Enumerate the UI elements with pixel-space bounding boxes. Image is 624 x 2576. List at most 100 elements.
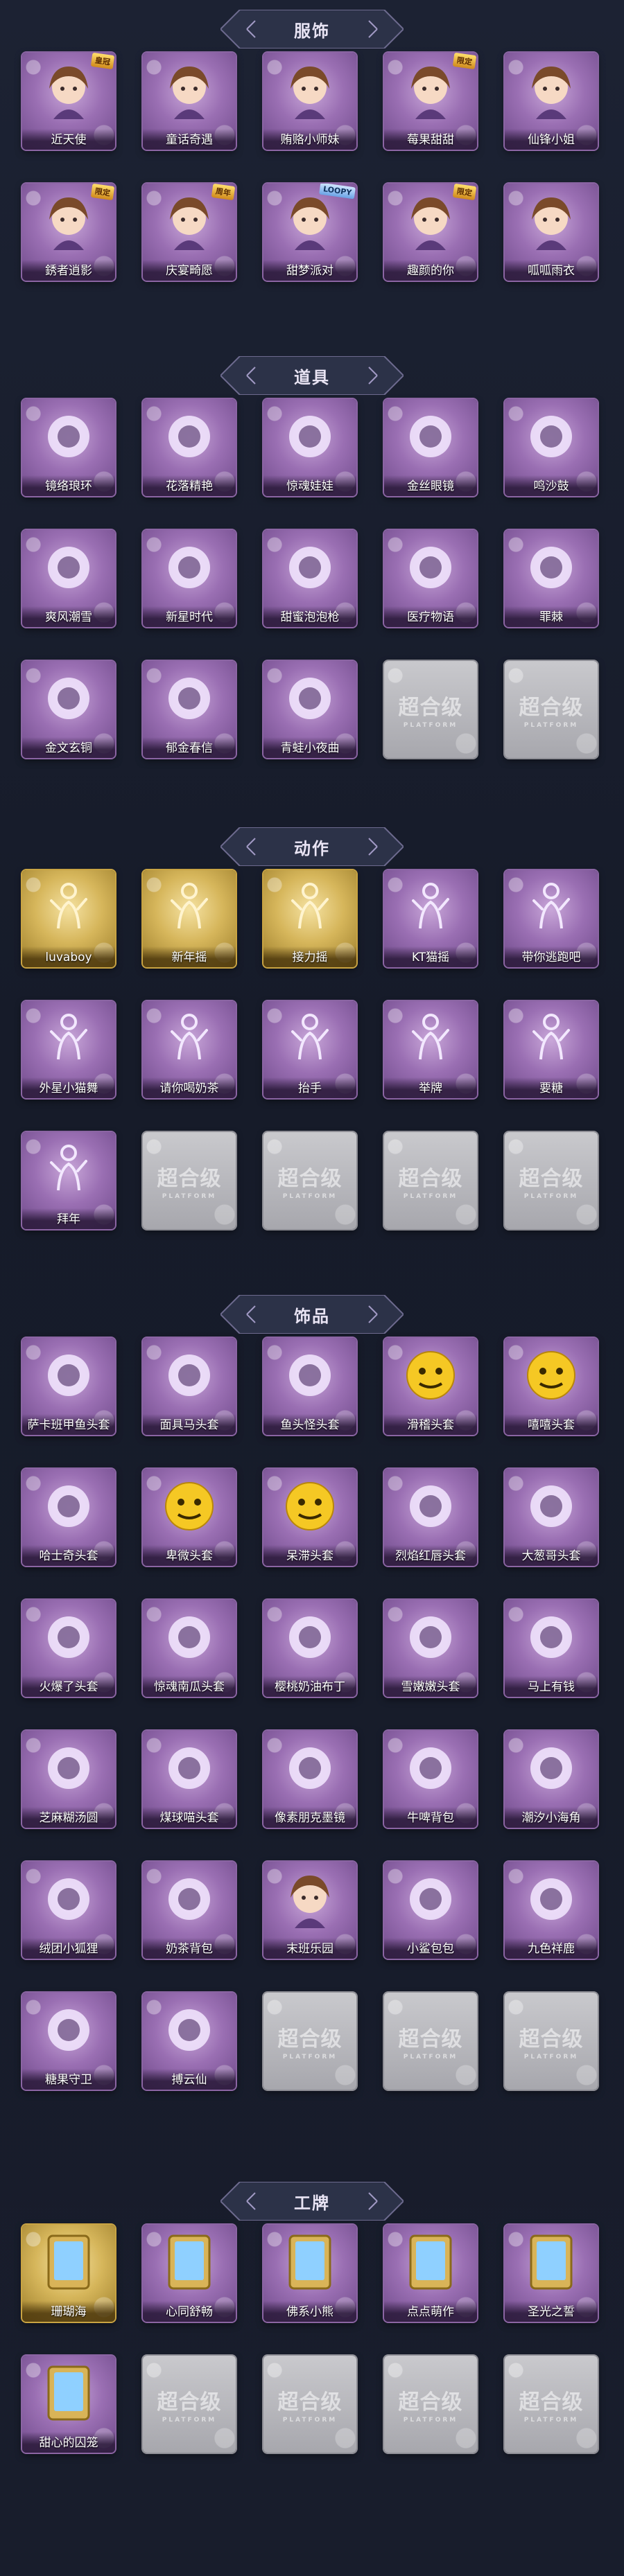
item-tile[interactable]: 鸣沙鼓 [502,396,600,499]
item-tile[interactable]: 惊魂南瓜头套 [140,1597,239,1700]
item-name: 火爆了头套 [39,1680,98,1694]
item-tile[interactable]: 樱桃奶油布丁 [261,1597,359,1700]
item-tile[interactable]: 童话奇遇 [140,50,239,152]
watermark-logo: 超合级 PLATFORM [263,1132,356,1229]
item-tile[interactable]: KT猫摇 [381,867,480,970]
item-tile[interactable]: 糖果守卫 [19,1990,118,2092]
item-tile[interactable]: 奶茶背包 [140,1859,239,1961]
item-tile[interactable]: 新年摇 [140,867,239,970]
item-name: 末班乐园 [286,1942,333,1956]
item-tile[interactable]: LOOPY 甜梦派对 [261,181,359,283]
item-tile[interactable]: 限定 銹者逍影 [19,181,118,283]
item-name-bar: 要糖 [505,1077,598,1098]
watermark-sub: PLATFORM [162,1193,217,1200]
item-name-bar: 雪嫩嫩头套 [384,1676,477,1697]
item-tile[interactable]: 大葱哥头套 [502,1466,600,1569]
ring-bow-icon [40,407,98,466]
item-tile[interactable]: 金文玄铜 [19,658,118,761]
item-tile[interactable]: 芝麻糊汤圆 [19,1728,118,1830]
item-tile[interactable]: 心同舒畅 [140,2222,239,2324]
item-tile[interactable]: 接力摇 [261,867,359,970]
item-name: 萨卡班甲鱼头套 [27,1418,110,1432]
item-tile[interactable]: 新星时代 [140,527,239,630]
item-name-bar: 庆宴畸愿 [143,260,236,281]
item-tile[interactable]: 呆滞头套 [261,1466,359,1569]
item-tile[interactable]: 带你逃跑吧 [502,867,600,970]
item-tile[interactable]: 潮汐小海角 [502,1728,600,1830]
item-tile[interactable]: 像素朋克墨镜 [261,1728,359,1830]
item-tile[interactable]: 面具马头套 [140,1335,239,1438]
item-tile[interactable]: 花落精艳 [140,396,239,499]
item-name: 花落精艳 [166,479,213,493]
item-name: 面具马头套 [159,1418,219,1432]
item-tile[interactable]: 珊瑚海 [19,2222,118,2324]
item-card: 煤球喵头套 [143,1731,236,1828]
item-tile[interactable]: 举牌 [381,998,480,1101]
item-tile[interactable]: 绒团小狐狸 [19,1859,118,1961]
item-tile[interactable]: 镜络琅环 [19,396,118,499]
item-tile[interactable]: 爽风潮雪 [19,527,118,630]
item-tile[interactable]: 甜心的囚笼 [19,2353,118,2455]
item-card: 鸣沙鼓 [505,399,598,496]
item-tile[interactable]: 限定 莓果甜甜 [381,50,480,152]
item-tile[interactable]: 嘻嘻头套 [502,1335,600,1438]
item-tile[interactable]: 圣光之誓 [502,2222,600,2324]
frog-icon [281,669,339,727]
item-tile[interactable]: 点点萌作 [381,2222,480,2324]
item-tile[interactable]: 呱呱雨衣 [502,181,600,283]
item-tile[interactable]: 九色祥鹿 [502,1859,600,1961]
item-tile[interactable]: 火爆了头套 [19,1597,118,1700]
item-tile[interactable]: 滑稽头套 [381,1335,480,1438]
item-tile[interactable]: 雪嫩嫩头套 [381,1597,480,1700]
item-name: 甜心的囚笼 [39,2436,98,2450]
item-tile[interactable]: 拜年 [19,1129,118,1232]
pumpkin-icon [160,1608,218,1666]
item-tile[interactable]: 限定 趣颜的你 [381,181,480,283]
item-tile[interactable]: 惊魂娃娃 [261,396,359,499]
item-tile[interactable]: 哈士奇头套 [19,1466,118,1569]
item-name-bar: 马上有钱 [505,1676,598,1697]
item-name: 鱼头怪头套 [280,1418,340,1432]
item-tile[interactable]: 青蛙小夜曲 [261,658,359,761]
item-tile[interactable]: 卑微头套 [140,1466,239,1569]
item-tile[interactable]: 萨卡班甲鱼头套 [19,1335,118,1438]
item-tile[interactable]: 要糖 [502,998,600,1101]
item-tile[interactable]: 烈焰红唇头套 [381,1466,480,1569]
empty-item-slot: 超合级 PLATFORM [261,1990,359,2092]
watermark-main: 超合级 [398,1167,463,1191]
section-header: 工牌 [220,2182,404,2221]
item-tile[interactable]: 搏云仙 [140,1990,239,2092]
item-tile[interactable]: 鱼头怪头套 [261,1335,359,1438]
item-card: 请你喝奶茶 [143,1001,236,1098]
item-tile[interactable]: 末班乐园 [261,1859,359,1961]
item-tile[interactable]: luvaboy [19,867,118,970]
item-card: 超合级 PLATFORM [143,1132,236,1229]
item-tile[interactable]: 煤球喵头套 [140,1728,239,1830]
item-tile[interactable]: 郁金春信 [140,658,239,761]
item-tile[interactable]: 周年 庆宴畸愿 [140,181,239,283]
item-card: 超合级 PLATFORM [505,2356,598,2453]
section-header: 饰品 [220,1295,404,1334]
item-tile[interactable]: 金丝眼镜 [381,396,480,499]
item-tile[interactable]: 马上有钱 [502,1597,600,1700]
item-tile[interactable]: 甜蜜泡泡枪 [261,527,359,630]
item-tile[interactable]: 牛啤背包 [381,1728,480,1830]
item-name: 绒团小狐狸 [39,1942,98,1956]
item-card: 哈士奇头套 [22,1469,115,1566]
item-tile[interactable]: 医疗物语 [381,527,480,630]
item-tile[interactable]: 皇冠 近天使 [19,50,118,152]
item-tile[interactable]: 小鲨包包 [381,1859,480,1961]
item-tile[interactable]: 罪棘 [502,527,600,630]
item-card: 甜心的囚笼 [22,2356,115,2453]
item-name: 罪棘 [539,610,563,624]
item-tile[interactable]: 请你喝奶茶 [140,998,239,1101]
item-tile[interactable]: 仙锋小姐 [502,50,600,152]
item-tile[interactable]: 贿赂小师妹 [261,50,359,152]
item-name: 举牌 [419,1082,442,1095]
item-card: 搏云仙 [143,1993,236,2090]
item-tile[interactable]: 外星小猫舞 [19,998,118,1101]
item-tile[interactable]: 佛系小熊 [261,2222,359,2324]
item-tile[interactable]: 抬手 [261,998,359,1101]
item-name-bar: 面具马头套 [143,1414,236,1435]
item-name: 雪嫩嫩头套 [401,1680,460,1694]
